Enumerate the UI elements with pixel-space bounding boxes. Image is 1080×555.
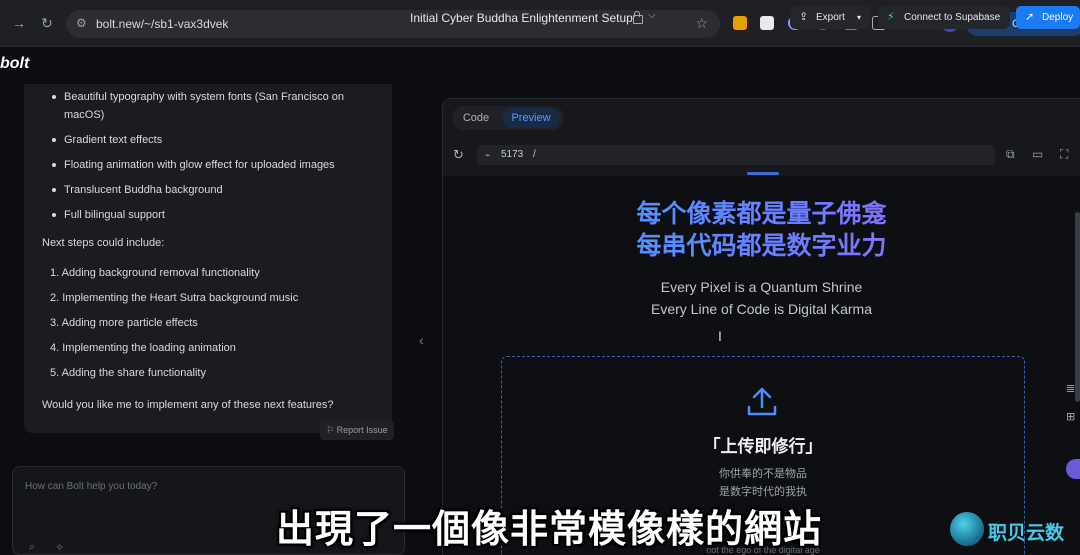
hero-title-line2: 每串代码都是数字业力 xyxy=(636,231,887,260)
deploy-button[interactable]: ➚ Deploy xyxy=(1016,6,1080,29)
list-item: Translucent Buddha background xyxy=(40,181,380,199)
extension-icon[interactable] xyxy=(760,16,774,30)
report-issue-button[interactable]: ⚐ Report Issue xyxy=(320,420,394,440)
bookmark-star-icon[interactable]: ☆ xyxy=(695,15,708,32)
watermark-text: 职贝云数 xyxy=(988,522,1065,544)
hero-subtitle: Every Pixel is a Quantum Shrine Every Li… xyxy=(443,276,1080,320)
flag-icon: ⚐ xyxy=(326,425,337,435)
deploy-label: Deploy xyxy=(1042,12,1074,23)
chevron-down-icon[interactable]: ⌵ xyxy=(648,10,656,21)
layers-icon[interactable]: ≣ xyxy=(1066,382,1080,402)
side-toolbar: ≣ ⊞ xyxy=(1066,382,1080,438)
video-subtitle: 出現了一個像非常模像樣的網站 xyxy=(275,507,822,551)
hero-subtitle-line2: Every Line of Code is Digital Karma xyxy=(651,301,872,317)
open-new-tab-icon[interactable]: ⧉ xyxy=(1006,147,1015,162)
text-cursor-icon: I xyxy=(718,328,722,344)
tab-preview[interactable]: Preview xyxy=(502,108,560,128)
hero-subtitle-line1: Every Pixel is a Quantum Shrine xyxy=(660,279,863,295)
attach-icon[interactable]: ⌕ xyxy=(29,541,35,554)
list-item: 1. Adding background removal functionali… xyxy=(50,267,260,279)
list-item: Full bilingual support xyxy=(40,206,380,224)
list-item: Beautiful typography with system fonts (… xyxy=(40,88,380,124)
report-issue-label: Report Issue xyxy=(336,425,388,435)
preview-path[interactable]: / xyxy=(533,145,536,165)
bolt-logo[interactable]: bolt xyxy=(0,55,29,73)
list-item: 4. Implementing the loading animation xyxy=(50,342,236,354)
upload-description-line1: 你供奉的不是物品 xyxy=(719,467,807,480)
upload-title: 「上传即修行」 xyxy=(703,437,823,457)
export-label: Export xyxy=(816,12,845,23)
reload-icon[interactable]: ↻ xyxy=(38,14,56,32)
list-item: 5. Adding the share functionality xyxy=(50,367,206,379)
next-steps-list: 1. Adding background removal functionali… xyxy=(50,264,380,389)
collapse-panel-chevron-icon[interactable]: ‹ xyxy=(419,332,424,348)
tab-code[interactable]: Code xyxy=(452,106,500,130)
port-icon: ⌁ xyxy=(485,150,491,160)
preview-address-bar[interactable]: ⌁ 5173 / xyxy=(477,145,995,165)
supabase-label: Connect to Supabase xyxy=(904,12,1001,23)
rocket-icon: ➚ xyxy=(1025,11,1035,23)
upload-box-icon: ⇪ xyxy=(799,11,809,23)
list-item: 2. Implementing the Heart Sutra backgrou… xyxy=(50,292,299,304)
project-title[interactable]: Initial Cyber Buddha Enlightenment Setup xyxy=(410,11,633,25)
follow-up-question: Would you like me to implement any of th… xyxy=(42,399,334,411)
fullscreen-icon[interactable]: ⛶ xyxy=(1060,147,1068,162)
feature-list: Beautiful typography with system fonts (… xyxy=(40,88,380,231)
enhance-prompt-icon[interactable]: ✧ xyxy=(55,541,64,554)
hero-title-line1: 每个像素都是量子佛龛 xyxy=(636,199,887,228)
grid-icon[interactable]: ⊞ xyxy=(1066,410,1080,430)
refresh-preview-icon[interactable]: ↻ xyxy=(453,147,464,163)
preview-scrollbar[interactable] xyxy=(1075,212,1080,402)
chevron-down-icon: ▾ xyxy=(856,13,861,22)
watermark-logo xyxy=(950,512,984,546)
url-text: bolt.new/~/sb1-vax3dvek xyxy=(96,17,229,31)
app-header: bolt xyxy=(0,47,1080,84)
forward-arrow-icon[interactable]: → xyxy=(10,14,28,32)
list-item: 3. Adding more particle effects xyxy=(50,317,198,329)
hero-title: 每个像素都是量子佛龛 每串代码都是数字业力 xyxy=(443,198,1080,262)
supabase-bolt-icon: ⚡ xyxy=(887,11,895,23)
upload-icon xyxy=(747,387,777,416)
lock-icon xyxy=(632,11,643,24)
list-item: Gradient text effects xyxy=(40,131,380,149)
device-toggle-icon[interactable]: ▭ xyxy=(1032,147,1043,161)
preview-top-accent xyxy=(747,172,779,175)
list-item: Floating animation with glow effect for … xyxy=(40,156,380,174)
next-steps-heading: Next steps could include: xyxy=(42,237,165,249)
site-settings-icon[interactable]: ⚙ xyxy=(76,16,92,32)
assistant-bubble-icon[interactable] xyxy=(1066,459,1080,479)
preview-port[interactable]: 5173 xyxy=(501,145,523,165)
extension-icon[interactable] xyxy=(733,16,747,30)
upload-description: 你供奉的不是物品 是数字时代的我执 xyxy=(501,465,1025,501)
connect-supabase-button[interactable]: ⚡ Connect to Supabase xyxy=(878,6,1010,29)
export-button[interactable]: ⇪ Export ▾ xyxy=(790,6,870,29)
